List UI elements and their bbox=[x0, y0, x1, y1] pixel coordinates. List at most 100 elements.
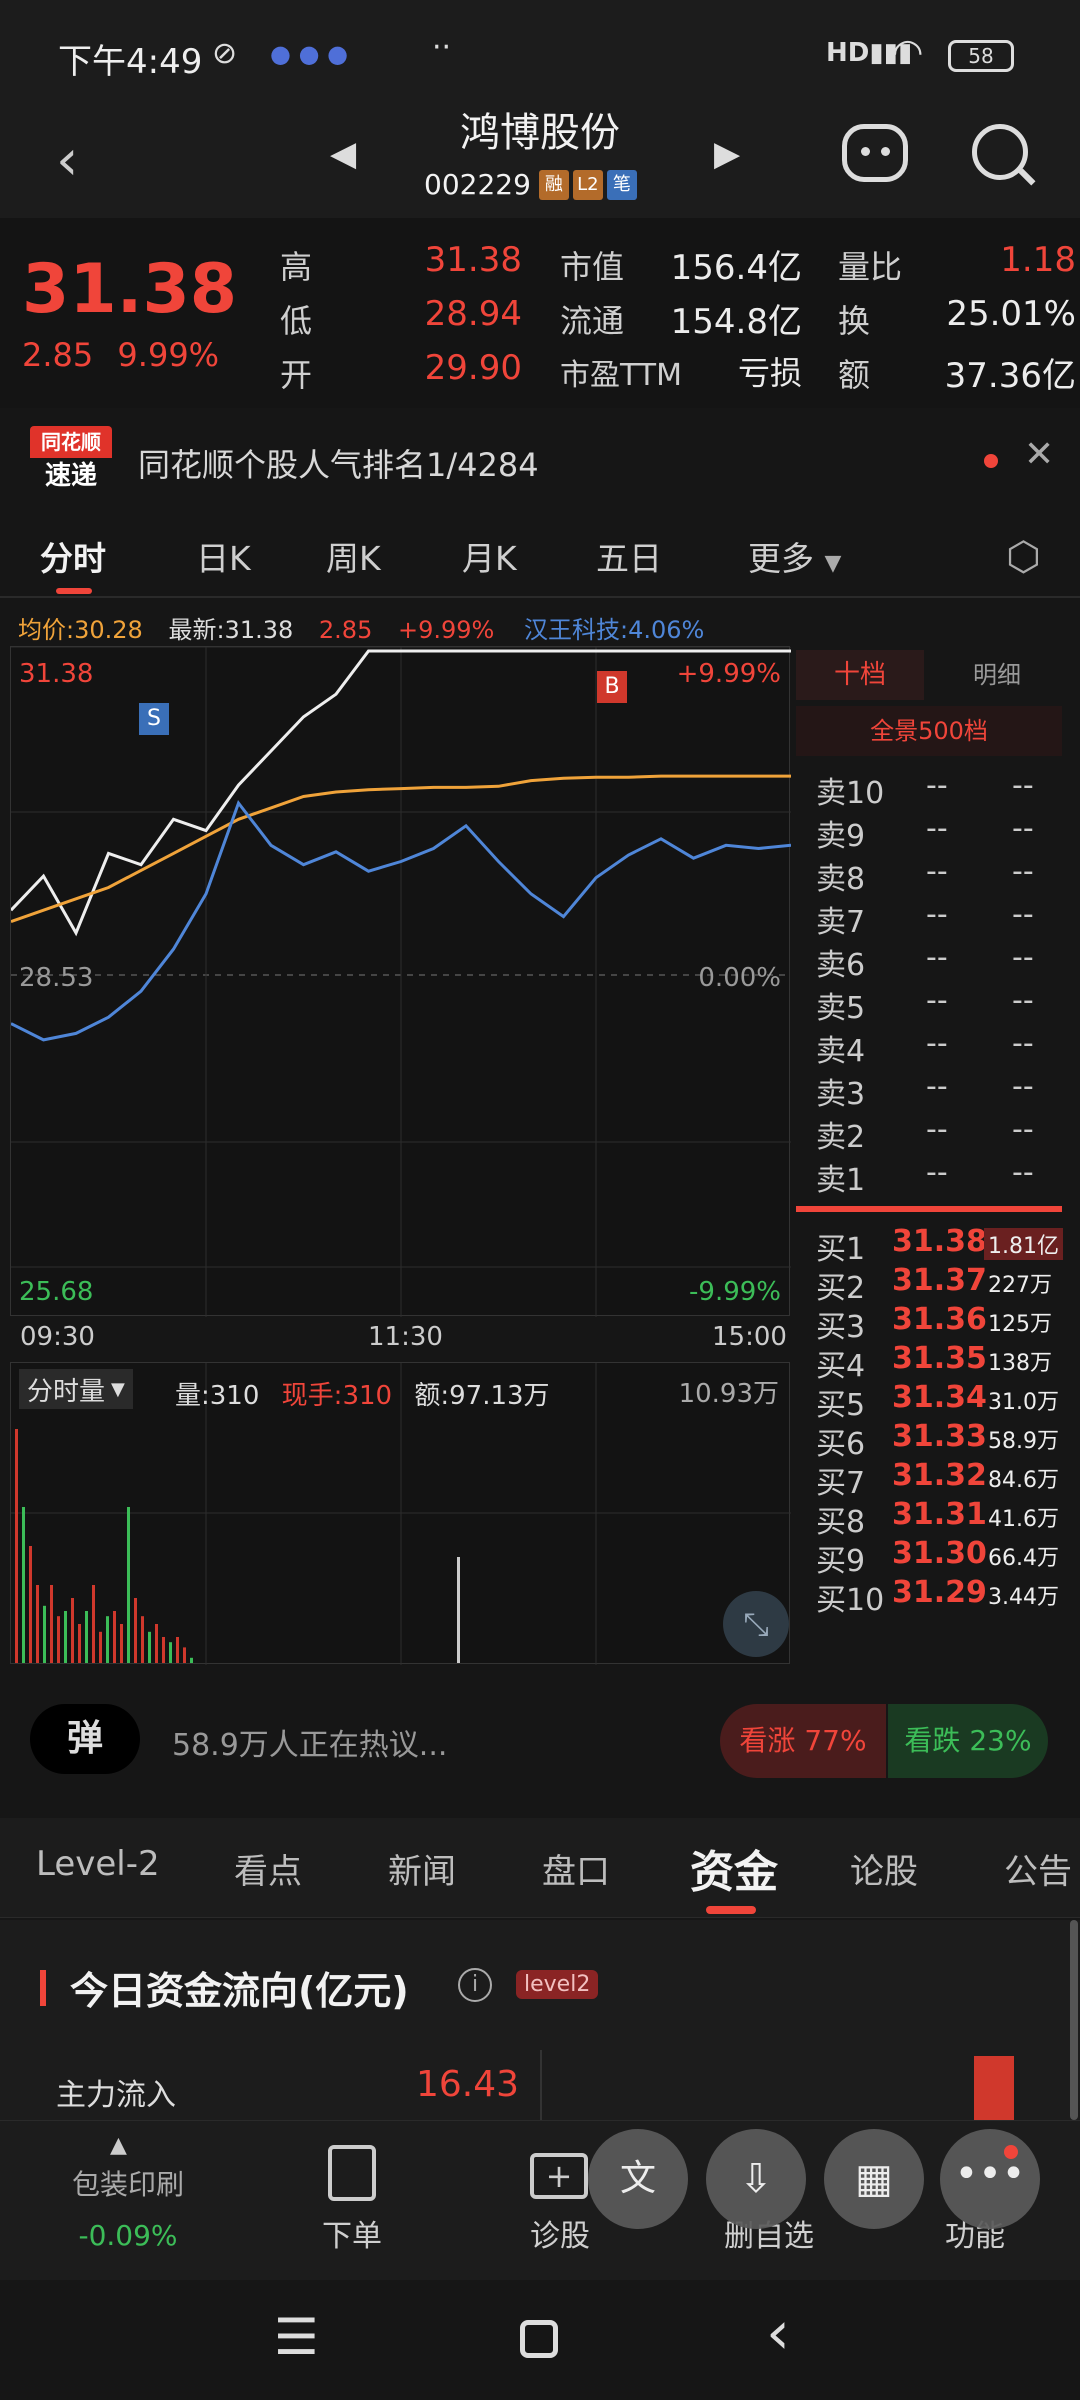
buy-row[interactable]: 买9 31.30 66.4万 bbox=[816, 1536, 1066, 1579]
tab-level2[interactable]: Level-2 bbox=[36, 1844, 160, 1884]
pct-bottom-label: -9.99% bbox=[689, 1277, 781, 1307]
tab-intraday[interactable]: 分时 bbox=[40, 532, 106, 580]
tab-funds[interactable]: 资金 bbox=[690, 1836, 778, 1900]
scrollbar[interactable] bbox=[1070, 1920, 1078, 2120]
y-mid-label: 28.53 bbox=[19, 963, 94, 993]
volume-bar bbox=[176, 1637, 179, 1663]
sell-row[interactable]: 卖9 -- -- bbox=[816, 811, 1066, 854]
sell-row[interactable]: 卖8 -- -- bbox=[816, 854, 1066, 897]
diagnose-button[interactable]: 诊股 bbox=[510, 2211, 610, 2255]
tab-highlights[interactable]: 看点 bbox=[234, 1844, 302, 1893]
danmaku-toggle[interactable]: 弹 bbox=[30, 1704, 140, 1774]
book-tab-detail[interactable]: 明细 bbox=[932, 650, 1062, 700]
buy-row[interactable]: 买3 31.36 125万 bbox=[816, 1302, 1066, 1345]
hot-text: 58.9万人正在热议... bbox=[172, 1728, 448, 1763]
open-label: 开 bbox=[280, 356, 313, 394]
search-icon-handle bbox=[1018, 168, 1036, 186]
grid-float-icon[interactable]: ▦ bbox=[824, 2129, 924, 2229]
intraday-chart[interactable]: 31.38 28.53 25.68 +9.99% 0.00% -9.99% S … bbox=[10, 646, 791, 1317]
tab-funds-indicator bbox=[706, 1906, 756, 1914]
more-dots-icon: ·· bbox=[432, 30, 452, 65]
expand-icon[interactable]: ⤡ bbox=[723, 1591, 789, 1657]
buy-row[interactable]: 买5 31.34 31.0万 bbox=[816, 1380, 1066, 1423]
bear-button[interactable]: 看跌 23% bbox=[888, 1704, 1048, 1778]
panorama-button[interactable]: 全景500档 bbox=[796, 706, 1062, 756]
buy-row[interactable]: 买2 31.37 227万 bbox=[816, 1263, 1066, 1306]
fund-title: 今日资金流向(亿元) bbox=[70, 1969, 409, 2013]
x-tick-2: 15:00 bbox=[712, 1322, 787, 1352]
tab-weekly-k[interactable]: 周K bbox=[326, 532, 381, 580]
buy-row[interactable]: 买10 31.29 3.44万 bbox=[816, 1575, 1066, 1618]
vol-value: 310 bbox=[209, 1381, 260, 1411]
sell-label: 卖5 bbox=[816, 991, 866, 1026]
back-nav-icon[interactable]: ‹ bbox=[766, 2298, 790, 2368]
buy-row[interactable]: 买8 31.31 41.6万 bbox=[816, 1497, 1066, 1540]
volume-ratio-label: 量比 bbox=[838, 248, 903, 286]
sell-row[interactable]: 卖6 -- -- bbox=[816, 940, 1066, 983]
close-icon[interactable]: ✕ bbox=[1024, 434, 1054, 475]
buy-label: 买3 bbox=[816, 1310, 866, 1345]
sell-price: -- bbox=[926, 1069, 948, 1104]
settings-hexagon-icon[interactable]: ⬡ bbox=[1006, 534, 1041, 580]
sell-row[interactable]: 卖4 -- -- bbox=[816, 1026, 1066, 1069]
hand-label: 现手: bbox=[281, 1381, 343, 1411]
related-label: 汉王科技: bbox=[523, 616, 629, 644]
popularity-banner[interactable]: 同花顺 速递 同花顺个股人气排名1/4284 ✕ bbox=[0, 412, 1080, 508]
download-float-icon[interactable]: ⇩ bbox=[706, 2129, 806, 2229]
pct-top-label: +9.99% bbox=[676, 659, 781, 689]
buy-row[interactable]: 买4 31.35 138万 bbox=[816, 1341, 1066, 1384]
sell-row[interactable]: 卖7 -- -- bbox=[816, 897, 1066, 940]
buy-row[interactable]: 买7 31.32 84.6万 bbox=[816, 1458, 1066, 1501]
sell-row[interactable]: 卖5 -- -- bbox=[816, 983, 1066, 1026]
stock-code-row: 002229 融 L2 笔 bbox=[424, 168, 637, 201]
sell-volume: -- bbox=[1012, 811, 1034, 846]
buy-volume: 138万 bbox=[988, 1351, 1052, 1376]
sell-marker[interactable]: S bbox=[139, 703, 169, 735]
buy-price: 31.38 bbox=[892, 1224, 987, 1259]
buy-row[interactable]: 买6 31.33 58.9万 bbox=[816, 1419, 1066, 1462]
buy-label: 买1 bbox=[816, 1232, 866, 1267]
robot-icon[interactable] bbox=[842, 124, 908, 182]
info-icon[interactable]: i bbox=[458, 1968, 492, 2002]
sell-row[interactable]: 卖2 -- -- bbox=[816, 1112, 1066, 1155]
badge-dot-icon bbox=[1004, 2145, 1018, 2159]
tab-more[interactable]: 更多 ▼ bbox=[748, 532, 841, 580]
tab-five-day[interactable]: 五日 bbox=[596, 532, 662, 580]
buy-price: 31.31 bbox=[892, 1497, 987, 1532]
tab-monthly-k[interactable]: 月K bbox=[462, 532, 517, 580]
battery-icon: 58 bbox=[948, 40, 1014, 72]
avg-value: 30.28 bbox=[74, 616, 143, 644]
system-nav-bar: ☰ ‹ bbox=[0, 2280, 1080, 2400]
tab-discuss[interactable]: 论股 bbox=[850, 1844, 918, 1893]
volume-chart[interactable]: 分时量 ▼ 量:310 现手:310 额:97.13万 10.93万 ⤡ bbox=[10, 1362, 791, 1665]
buy-row[interactable]: 买1 31.38 1.81亿 bbox=[816, 1224, 1066, 1267]
buy-marker[interactable]: B bbox=[597, 671, 627, 703]
volume-bar bbox=[120, 1624, 123, 1663]
volume-bar bbox=[15, 1429, 18, 1663]
tab-announcements[interactable]: 公告 bbox=[1004, 1844, 1072, 1893]
book-tab-ten[interactable]: 十档 bbox=[796, 650, 924, 700]
sector-name[interactable]: 包装印刷 bbox=[58, 2163, 198, 2203]
hand-value: 310 bbox=[342, 1381, 393, 1411]
sell-row[interactable]: 卖1 -- -- bbox=[816, 1155, 1066, 1198]
buy-volume: 3.44万 bbox=[988, 1585, 1059, 1610]
more-float-icon[interactable]: ••• bbox=[940, 2129, 1040, 2229]
tab-news[interactable]: 新闻 bbox=[388, 1844, 456, 1893]
translate-float-icon[interactable]: 文 bbox=[588, 2129, 688, 2229]
bull-button[interactable]: 看涨 77% bbox=[720, 1704, 886, 1778]
order-button[interactable]: 下单 bbox=[300, 2211, 404, 2255]
turnover-value: 25.01% bbox=[946, 294, 1076, 334]
volume-selector[interactable]: 分时量 ▼ bbox=[19, 1369, 133, 1409]
notification-icons: ● ● ● bbox=[270, 40, 349, 68]
mute-icon: ⊘ bbox=[212, 36, 238, 71]
tab-daily-k[interactable]: 日K bbox=[196, 532, 251, 580]
sell-row[interactable]: 卖10 -- -- bbox=[816, 768, 1066, 811]
tab-orderbook[interactable]: 盘口 bbox=[542, 1844, 610, 1893]
y-bottom-label: 25.68 bbox=[19, 1277, 94, 1307]
sell-row[interactable]: 卖3 -- -- bbox=[816, 1069, 1066, 1112]
sector-change: -0.09% bbox=[78, 2219, 178, 2252]
home-icon[interactable] bbox=[520, 2320, 558, 2358]
menu-icon[interactable]: ☰ bbox=[274, 2308, 319, 2366]
back-button[interactable]: ‹ bbox=[56, 128, 78, 193]
ths-logo: 同花顺 速递 bbox=[30, 426, 112, 496]
